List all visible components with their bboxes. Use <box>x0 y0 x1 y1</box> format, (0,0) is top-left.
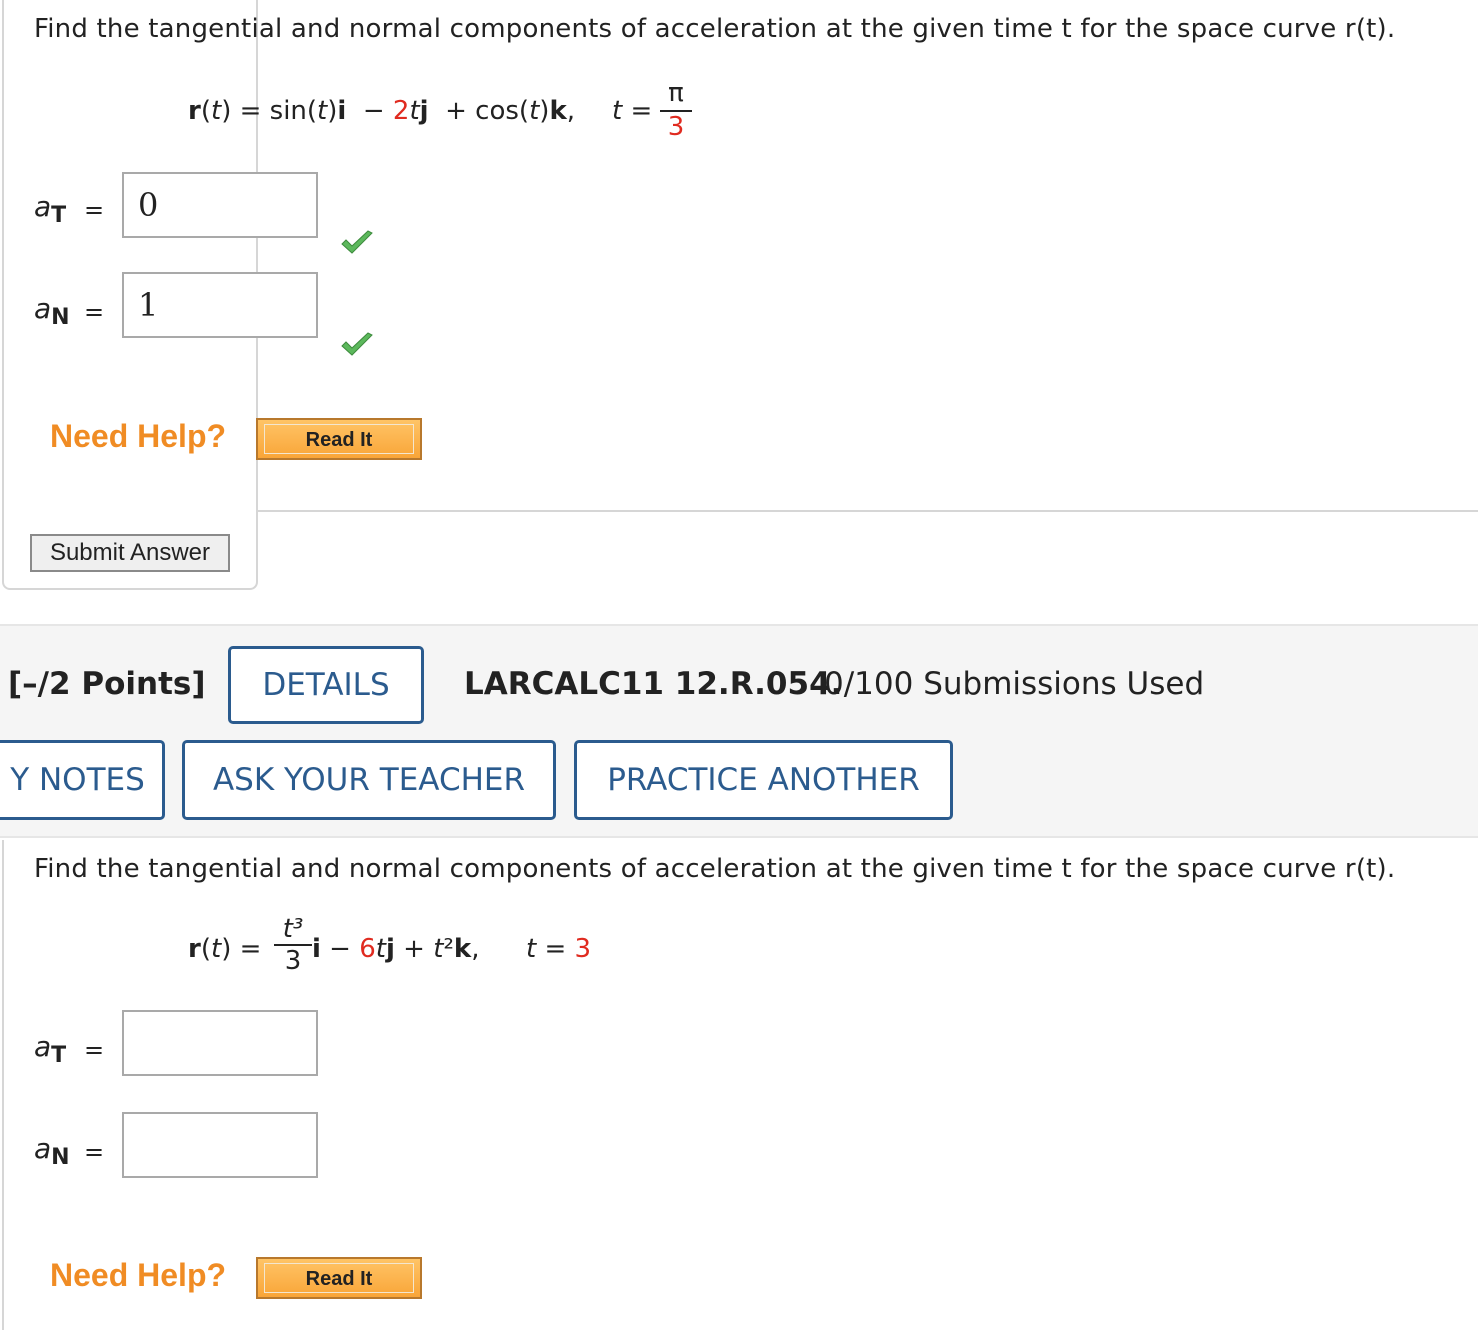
divider <box>258 510 1478 512</box>
read-it-button[interactable]: Read It <box>256 1257 422 1299</box>
problem-2-equation-rest: i − 6tj + t²k, <box>312 934 480 964</box>
problem-2-prompt: Find the tangential and normal component… <box>34 854 1396 884</box>
problem-2-fraction: t³ 3 <box>274 914 312 976</box>
equals-sign: = <box>84 1036 105 1064</box>
problem-2-time: t = 3 <box>526 934 592 964</box>
problem-1-time-fraction: π 3 <box>660 78 692 142</box>
aT-label: aT <box>34 1030 67 1068</box>
problem-1-prompt: Find the tangential and normal component… <box>34 14 1396 44</box>
check-icon <box>341 230 373 254</box>
practice-another-button[interactable]: PRACTICE ANOTHER <box>574 740 953 820</box>
my-notes-button[interactable]: Y NOTES <box>0 740 165 820</box>
problem-2-border <box>2 840 4 1330</box>
aT-label: aT <box>34 190 67 228</box>
submissions-count: 0/100 Submissions Used <box>824 666 1205 702</box>
problem-1-time-label: t = <box>612 96 653 126</box>
points-label: [–/2 Points] <box>8 666 206 702</box>
problem-2-equation: r(t) = <box>188 934 262 964</box>
aT-answer-input[interactable]: 0 <box>122 172 318 238</box>
equals-sign: = <box>84 196 105 224</box>
aN-answer-input[interactable] <box>122 1112 318 1178</box>
problem-code: LARCALC11 12.R.054. <box>464 666 843 702</box>
aT-answer-input[interactable] <box>122 1010 318 1076</box>
aN-label: aN <box>34 1132 70 1170</box>
ask-your-teacher-button[interactable]: ASK YOUR TEACHER <box>182 740 556 820</box>
aN-label: aN <box>34 292 70 330</box>
problem-1-equation: r(t) = sin(t)i − 2tj + cos(t)k, <box>188 96 575 126</box>
need-help-label: Need Help? <box>50 418 227 454</box>
equals-sign: = <box>84 298 105 326</box>
read-it-button[interactable]: Read It <box>256 418 422 460</box>
check-icon <box>341 332 373 356</box>
aN-answer-input[interactable]: 1 <box>122 272 318 338</box>
submit-answer-button[interactable]: Submit Answer <box>30 534 230 572</box>
details-button[interactable]: DETAILS <box>228 646 424 724</box>
equals-sign: = <box>84 1138 105 1166</box>
need-help-label: Need Help? <box>50 1257 227 1293</box>
